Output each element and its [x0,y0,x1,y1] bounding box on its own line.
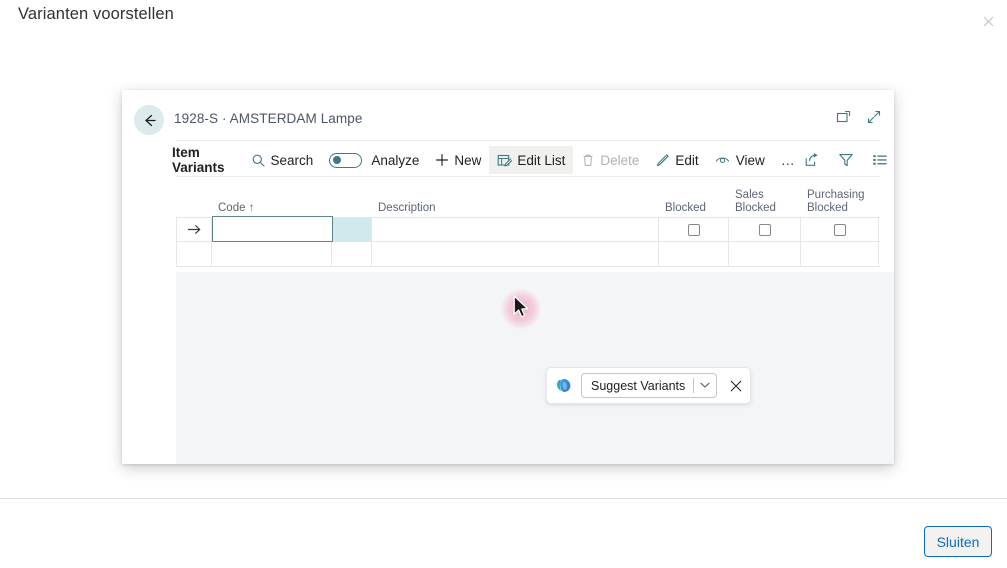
suggest-variants-split-button[interactable]: Suggest Variants [581,373,718,398]
toolbar-item-label: Delete [600,152,640,168]
search-icon [252,154,265,167]
grid-header-sales-blocked[interactable]: Sales Blocked [729,189,801,214]
cell-sales-blocked[interactable] [729,218,801,241]
grid-header-row: Code ↑ Description Blocked Sales Blocked… [176,189,880,217]
header-divider [176,140,880,141]
table-row[interactable] [176,242,880,267]
open-in-new-window-icon[interactable] [836,109,852,125]
toolbar-item-view[interactable]: View [707,146,773,174]
close-icon[interactable] [975,8,1001,34]
card-header-icons [836,109,882,125]
back-button[interactable] [134,105,164,135]
code-input[interactable] [212,216,333,242]
header-line-2: Blocked [807,201,848,214]
cell-code[interactable] [212,242,332,266]
cell-selection-marker [332,242,372,266]
cell-sales-blocked[interactable] [729,242,801,266]
grid-header-code[interactable]: Code ↑ [212,202,332,215]
toolbar-item-edit[interactable]: Edit [647,146,706,174]
cell-blocked[interactable] [659,218,729,241]
toolbar-item-label: New [454,152,482,168]
toolbar-divider [176,176,880,177]
grid-header-description[interactable]: Description [372,202,659,215]
footer-divider [0,498,1007,499]
chevron-down-glyph [700,382,710,388]
pencil-icon [657,153,670,166]
toolbar-item-label: Search [270,152,314,168]
copilot-close-icon[interactable] [729,375,742,397]
header-line-1: Purchasing [807,189,865,201]
toolbar-item-delete: Delete [573,146,647,174]
eye-icon [715,156,729,163]
close-glyph [730,380,741,391]
trash-icon [583,154,593,166]
action-toolbar: Item Variants Search Analyze New Edit Li… [166,145,887,175]
purchasing-blocked-checkbox[interactable] [833,223,846,236]
list-view-icon[interactable] [872,152,888,168]
arrow-right-icon [187,225,200,234]
toolbar-item-label: Analyze [371,152,420,168]
record-title: 1928-S · AMSTERDAM Lampe [174,111,363,126]
embedded-app-card: 1928-S · AMSTERDAM Lampe Item Variants S… [122,90,894,464]
plus-icon [436,154,449,166]
cell-description[interactable] [372,218,659,241]
toolbar-item-more[interactable]: … [773,146,805,174]
row-indicator [176,218,212,241]
edit-list-icon [498,154,513,167]
arrow-left-icon [144,114,156,126]
filter-icon[interactable] [838,152,854,168]
row-indicator [176,242,212,266]
page-title: Varianten voorstellen [18,5,174,23]
sales-blocked-checkbox[interactable] [758,223,771,236]
cell-blocked[interactable] [659,242,729,266]
chevron-down-icon[interactable] [694,382,716,389]
page-left-gutter [122,272,176,464]
toolbar-item-label: View [735,152,765,168]
variants-grid: Code ↑ Description Blocked Sales Blocked… [176,189,880,267]
toolbar-item-label: Edit List [517,152,566,168]
table-row[interactable] [176,216,880,242]
grid-header-blocked[interactable]: Blocked [659,202,729,215]
toolbar-item-analyze[interactable]: Analyze [321,146,427,174]
toolbar-right-icons [804,152,896,168]
close-glyph [983,16,993,26]
copilot-icon [556,378,571,392]
sluiten-button[interactable]: Sluiten [924,526,992,557]
toolbar-item-new[interactable]: New [427,146,489,174]
expand-icon[interactable] [866,109,882,125]
cell-selection-marker [332,218,372,241]
suggest-variants-label: Suggest Variants [591,378,686,393]
more-icon: … [780,152,797,168]
blocked-checkbox[interactable] [687,223,700,236]
toolbar-item-edit-list[interactable]: Edit List [489,146,574,174]
cell-purchasing-blocked[interactable] [801,242,879,266]
toolbar-item-label: Edit [675,152,699,168]
toolbar-title: Item Variants [172,145,225,175]
toolbar-item-search[interactable]: Search [243,146,322,174]
copilot-suggest-bar: Suggest Variants [546,367,751,404]
page-body-background [176,272,894,464]
cell-description[interactable] [372,242,659,266]
cell-purchasing-blocked[interactable] [801,218,879,241]
cell-code[interactable] [212,216,333,242]
grid-header-purchasing-blocked[interactable]: Purchasing Blocked [801,189,879,214]
share-icon[interactable] [804,152,820,168]
header-line-2: Blocked [735,201,776,214]
header-line-1: Sales [735,189,764,201]
analyze-toggle[interactable] [329,152,363,168]
